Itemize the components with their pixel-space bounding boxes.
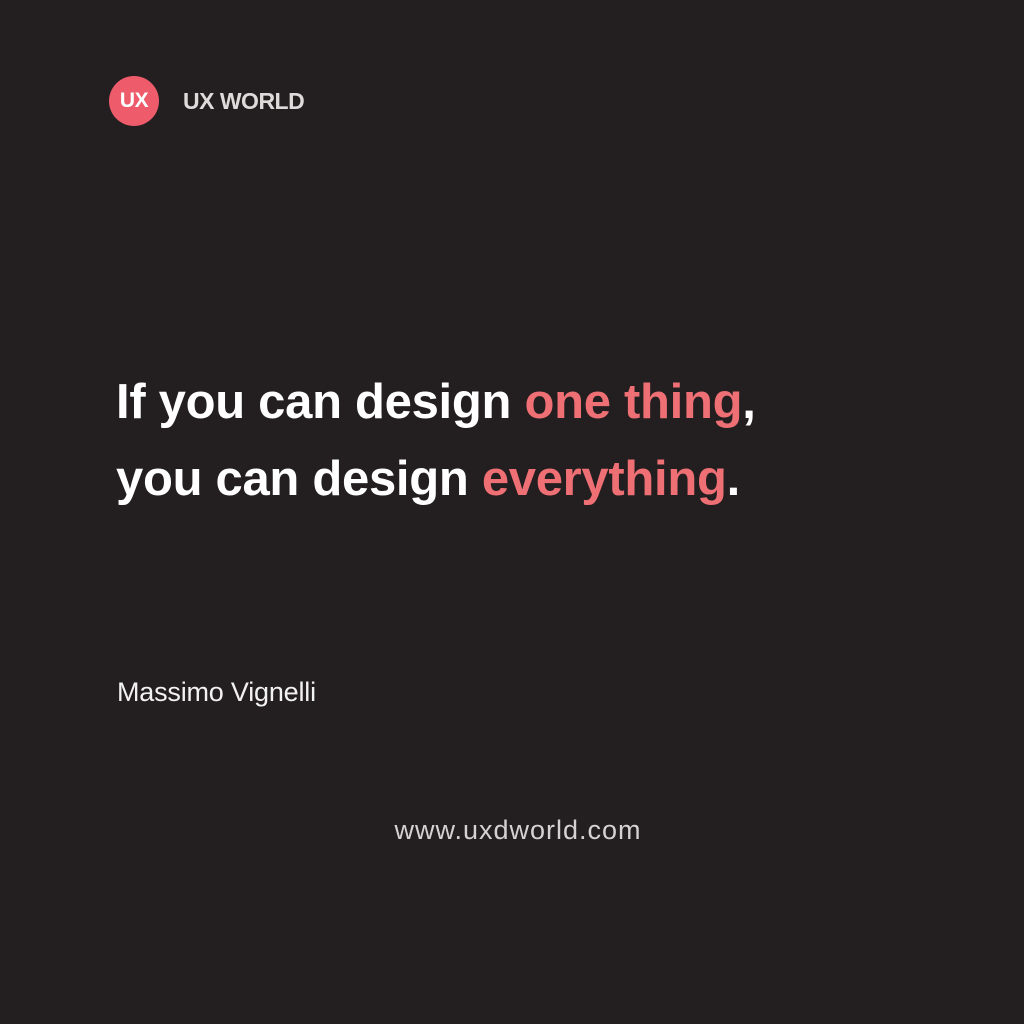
quote-line-2-text: you can design	[116, 452, 482, 506]
quote-line-1: If you can design one thing,	[116, 364, 976, 441]
logo-text: UX	[119, 89, 149, 112]
quote-text: If you can design one thing, you can des…	[116, 364, 976, 518]
website-url: www.uxdworld.com	[394, 815, 642, 845]
quote-line-2: you can design everything.	[116, 441, 976, 518]
quote-author: Massimo Vignelli	[117, 677, 316, 707]
ux-logo-icon: UX	[109, 76, 159, 126]
brand-header: UX UX WORLD	[109, 76, 305, 126]
brand-name: UX WORLD	[183, 87, 305, 114]
quote-line-1-text: If you can design	[116, 375, 525, 429]
quote-line-1-highlight: one thing	[524, 375, 743, 429]
quote-line-2-punctuation: .	[726, 452, 741, 506]
quote-line-2-highlight: everything	[481, 452, 727, 506]
quote-line-1-punctuation: ,	[742, 375, 756, 429]
